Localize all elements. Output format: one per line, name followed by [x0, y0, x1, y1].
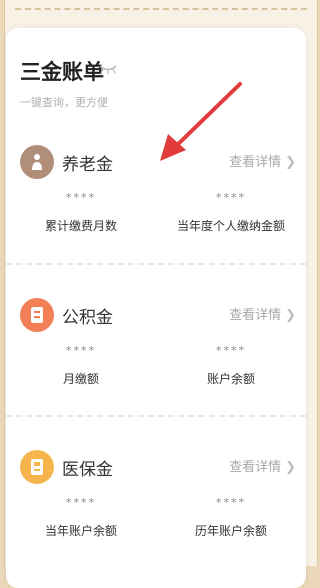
annotation-arrow-icon — [160, 82, 242, 161]
